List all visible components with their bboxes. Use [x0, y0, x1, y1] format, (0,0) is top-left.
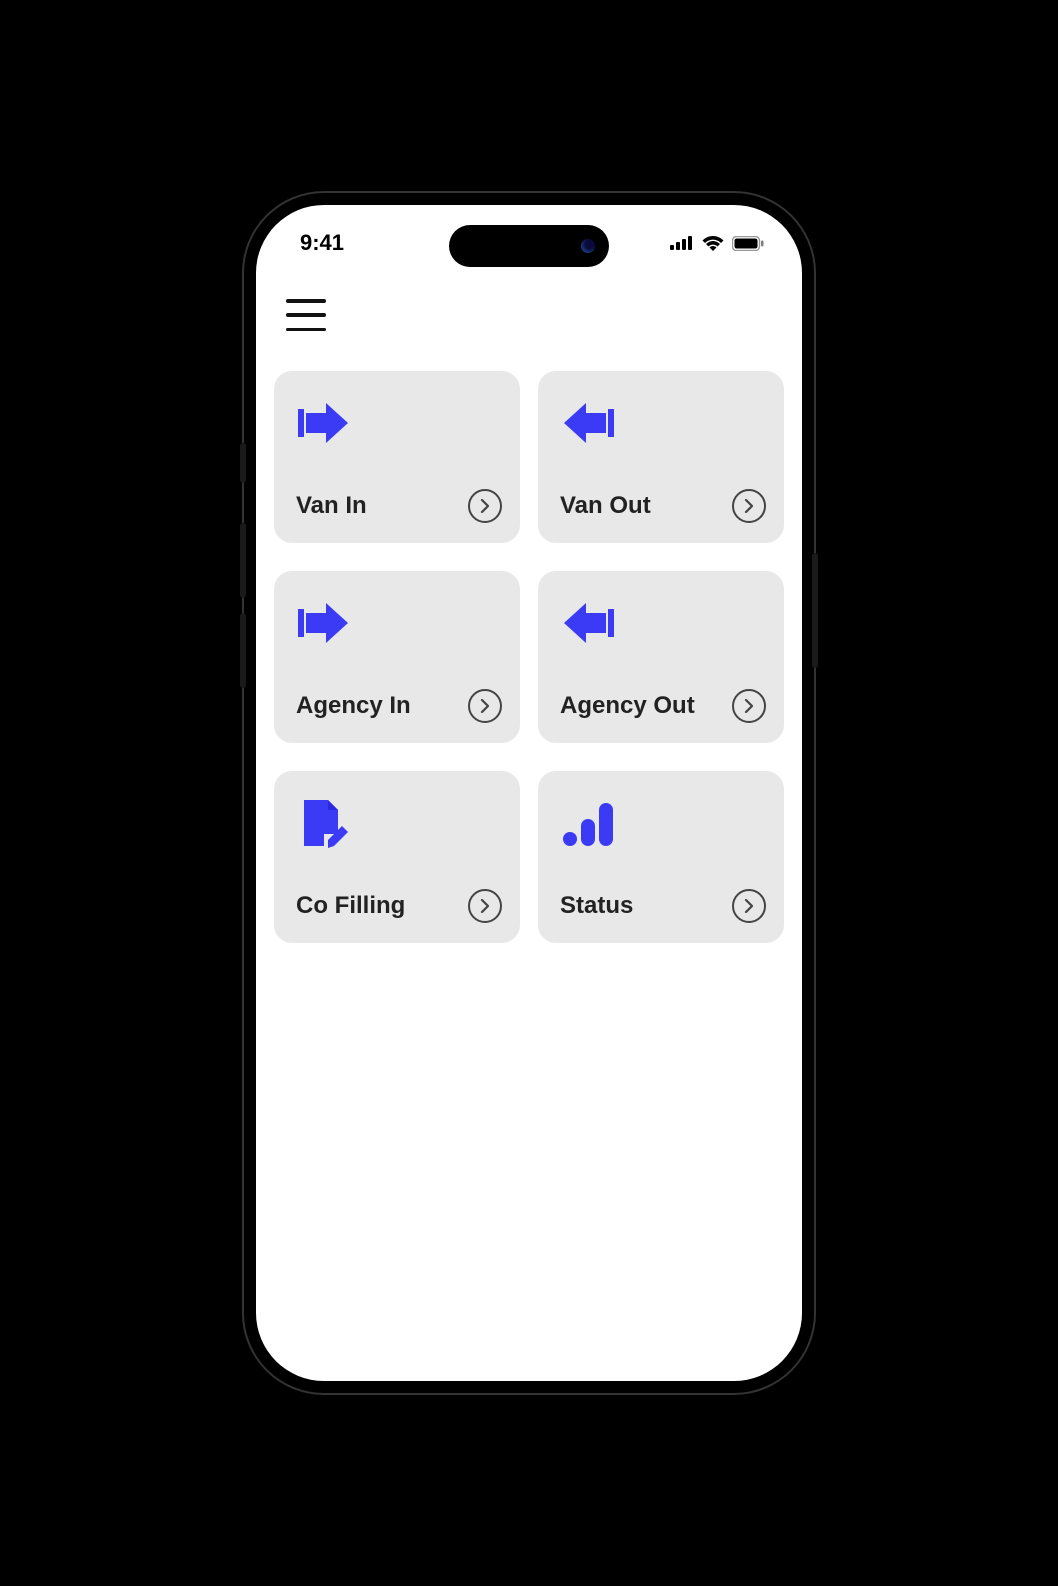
- card-label: Van Out: [560, 492, 651, 520]
- arrow-in-icon: [296, 595, 352, 651]
- menu-button[interactable]: [286, 299, 326, 331]
- volume-down-button: [240, 613, 246, 688]
- arrow-out-icon: [560, 595, 616, 651]
- phone-frame: 9:41 Van In: [244, 193, 814, 1393]
- camera-icon: [581, 239, 595, 253]
- cellular-icon: [670, 236, 694, 250]
- card-agency-in[interactable]: Agency In: [274, 571, 520, 743]
- chevron-right-icon: [468, 689, 502, 723]
- card-van-out[interactable]: Van Out: [538, 371, 784, 543]
- card-van-in[interactable]: Van In: [274, 371, 520, 543]
- card-label: Agency In: [296, 692, 411, 720]
- card-label: Van In: [296, 492, 367, 520]
- card-label: Status: [560, 892, 633, 920]
- chevron-right-icon: [468, 489, 502, 523]
- chevron-right-icon: [732, 889, 766, 923]
- chevron-right-icon: [732, 489, 766, 523]
- dynamic-island: [449, 225, 609, 267]
- card-label: Agency Out: [560, 692, 695, 720]
- arrow-in-icon: [296, 395, 352, 451]
- hamburger-icon: [286, 299, 326, 303]
- screen: 9:41 Van In: [256, 205, 802, 1381]
- power-button: [812, 553, 818, 668]
- file-edit-icon: [296, 795, 352, 851]
- wifi-icon: [702, 235, 724, 251]
- card-label: Co Filling: [296, 892, 405, 920]
- chart-icon: [560, 795, 616, 851]
- card-co-filling[interactable]: Co Filling: [274, 771, 520, 943]
- battery-icon: [732, 236, 764, 251]
- status-icons: [670, 235, 764, 251]
- card-agency-out[interactable]: Agency Out: [538, 571, 784, 743]
- chevron-right-icon: [468, 889, 502, 923]
- card-grid: Van In Van Out Agency In: [256, 331, 802, 943]
- status-time: 9:41: [300, 230, 344, 256]
- volume-up-button: [240, 523, 246, 598]
- card-status[interactable]: Status: [538, 771, 784, 943]
- arrow-out-icon: [560, 395, 616, 451]
- side-button: [240, 443, 246, 483]
- chevron-right-icon: [732, 689, 766, 723]
